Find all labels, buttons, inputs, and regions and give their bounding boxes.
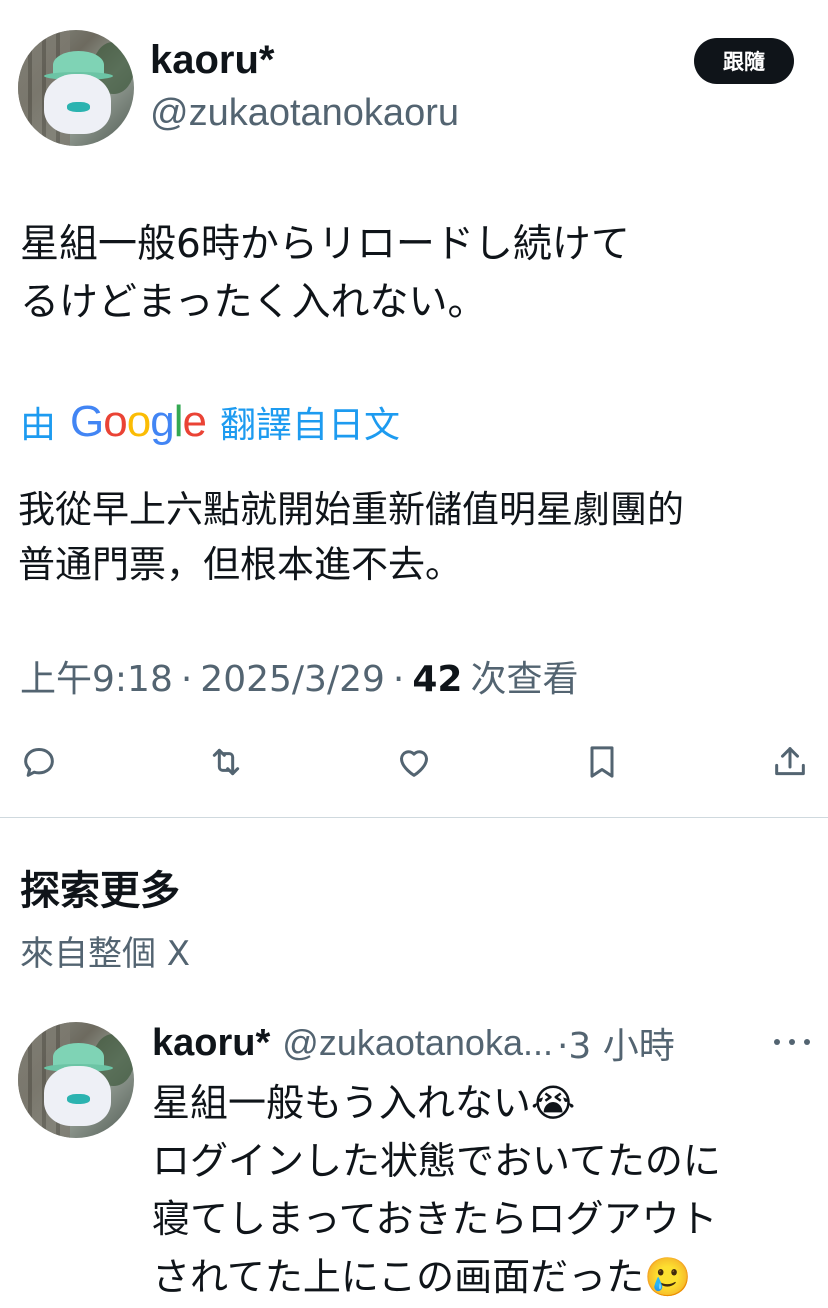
related-author-name[interactable]: kaoru* [152, 1022, 270, 1065]
related-tweet-text[interactable]: 星組一般もう入れない😭 ログインした状態でおいてたのに 寝てしまっておきたらログ… [152, 1074, 822, 1306]
tweet-text: 星組一般6時からリロードし続けて るけどまったく入れない。 [20, 222, 630, 325]
like-icon[interactable] [392, 740, 436, 784]
tweet-time[interactable]: 上午9:18 [20, 650, 173, 702]
share-icon[interactable] [768, 740, 812, 784]
explore-subtitle: 來自整個 X [20, 934, 191, 974]
related-tweet-time[interactable]: ·3 小時 [557, 1017, 675, 1069]
meta-separator: · [180, 659, 193, 700]
translation-attribution[interactable]: 由 Google 翻譯自日文 [20, 396, 400, 448]
related-author-handle[interactable]: @zukaotanoka... [282, 1022, 553, 1064]
related-tweet-header: kaoru* @zukaotanoka... ·3 小時 [152, 1018, 675, 1068]
translate-prefix: 由 [20, 405, 57, 446]
tweet-meta: 上午9:18 · 2025/3/29 · 42 次查看 [20, 650, 578, 702]
retweet-icon[interactable] [204, 740, 248, 784]
tweet-date[interactable]: 2025/3/29 [200, 659, 385, 700]
bookmark-icon[interactable] [580, 740, 624, 784]
translate-suffix: 翻譯自日文 [219, 405, 400, 446]
explore-title: 探索更多 [20, 868, 180, 914]
author-name[interactable]: kaoru* [150, 38, 275, 83]
action-bar [0, 740, 828, 790]
author-handle[interactable]: @zukaotanokaoru [150, 92, 459, 135]
related-author-avatar[interactable] [18, 1022, 134, 1138]
more-options-icon[interactable] [774, 1030, 810, 1054]
meta-separator: · [392, 659, 405, 700]
views-count[interactable]: 42 [412, 659, 462, 700]
reply-icon[interactable] [17, 740, 61, 784]
views-label[interactable]: 次查看 [470, 650, 578, 702]
translated-text: 我從早上六點就開始重新儲值明星劇團的 普通門票，但根本進不去。 [18, 488, 684, 586]
author-avatar[interactable] [18, 30, 134, 146]
follow-button[interactable]: 跟隨 [694, 38, 794, 84]
google-logo: Google [70, 397, 207, 446]
divider [0, 817, 828, 818]
